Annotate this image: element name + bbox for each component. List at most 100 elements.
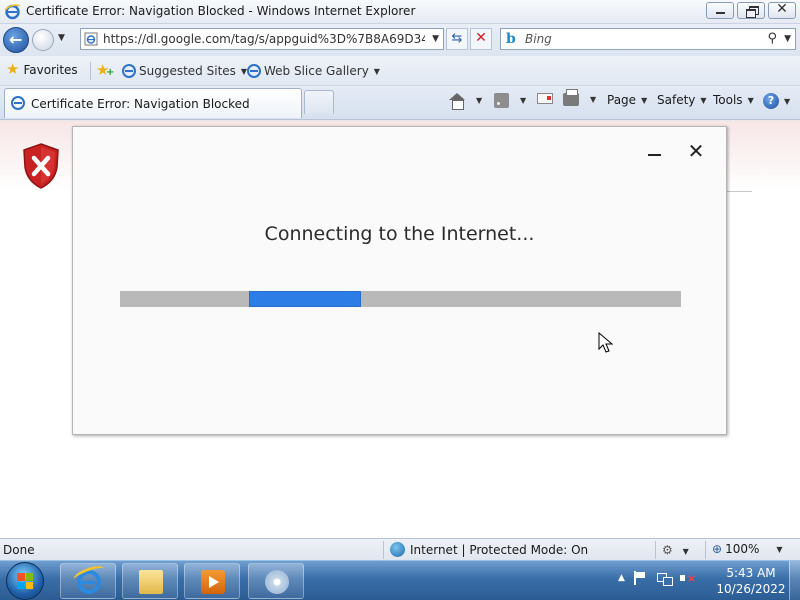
security-shield-error-icon xyxy=(23,143,59,189)
ie-page-icon xyxy=(247,64,261,78)
chevron-down-icon: ▼ xyxy=(776,544,783,554)
chevron-down-icon: ▼ xyxy=(747,95,754,105)
close-window-button[interactable]: ✕ xyxy=(768,1,796,19)
media-player-icon xyxy=(201,570,225,594)
chevron-down-icon: ▼ xyxy=(590,95,597,104)
network-icon[interactable] xyxy=(656,571,673,586)
address-bar[interactable]: https://dl.google.com/tag/s/appguid%3D%7… xyxy=(80,28,444,50)
show-desktop-button[interactable] xyxy=(789,561,800,600)
rss-feed-icon xyxy=(494,93,509,108)
tab-title: Certificate Error: Navigation Blocked xyxy=(31,97,250,111)
chevron-down-icon: ▼ xyxy=(700,95,707,105)
maximize-button[interactable] xyxy=(737,2,765,19)
close-icon: ✕ xyxy=(687,139,705,163)
chevron-down-icon: ▼ xyxy=(520,96,527,105)
divider xyxy=(383,541,384,559)
show-hidden-icons-icon[interactable]: ▲ xyxy=(618,573,625,583)
taskbar-internet-explorer[interactable] xyxy=(60,562,116,599)
start-button[interactable] xyxy=(6,562,44,600)
page-menu[interactable]: Page ▼ xyxy=(607,93,647,107)
minimize-button[interactable] xyxy=(706,2,734,19)
web-slice-gallery-label: Web Slice Gallery xyxy=(264,64,369,78)
security-zone[interactable]: Internet | Protected Mode: On xyxy=(390,542,588,557)
system-tray: ▲ xyxy=(618,571,696,586)
help-icon: ? xyxy=(763,93,779,109)
home-button[interactable]: ▼ xyxy=(449,93,483,110)
printer-icon xyxy=(563,89,579,106)
close-icon: ✕ xyxy=(776,1,788,17)
zoom-control[interactable]: ⊕ 100% ▼ xyxy=(712,542,783,556)
new-tab-button[interactable] xyxy=(304,90,334,114)
mail-icon xyxy=(537,93,553,104)
history-dropdown-icon[interactable]: ▼ xyxy=(58,33,65,43)
address-dropdown-icon[interactable]: ▼ xyxy=(432,34,439,44)
refresh-button[interactable]: ⇆ xyxy=(446,28,468,50)
clock[interactable]: 5:43 AM 10/26/2022 xyxy=(716,565,786,597)
suggested-sites-label: Suggested Sites xyxy=(139,64,236,78)
search-placeholder[interactable]: Bing xyxy=(525,32,552,46)
help-button[interactable]: ? ▼ xyxy=(763,93,790,109)
add-plus-icon: + xyxy=(106,67,115,78)
navigation-bar: ← ▼ https://dl.google.com/tag/s/appguid%… xyxy=(0,24,800,56)
gear-icon: ⚙ xyxy=(662,543,673,557)
divider xyxy=(655,541,656,559)
bing-icon: b xyxy=(506,31,516,47)
favorites-bar: ★ Favorites ★ + Suggested Sites ▼ Web Sl… xyxy=(0,56,800,86)
zone-text: Internet | Protected Mode: On xyxy=(410,542,589,557)
search-icon[interactable]: ⚲ xyxy=(767,31,777,46)
mouse-cursor-icon xyxy=(598,332,614,353)
progress-bar-fill xyxy=(249,291,362,307)
taskbar-windows-explorer[interactable] xyxy=(122,563,178,599)
protected-mode-button[interactable]: ⚙ ▼ xyxy=(662,543,689,557)
chevron-down-icon: ▼ xyxy=(682,547,689,556)
taskbar-media-player[interactable] xyxy=(184,563,240,599)
taskbar: ▲ 5:43 AM 10/26/2022 xyxy=(0,560,800,600)
dialog-close-button[interactable]: ✕ xyxy=(687,139,705,163)
chevron-down-icon: ▼ xyxy=(476,96,483,105)
search-box[interactable]: b Bing ⚲ ▼ xyxy=(500,28,796,50)
tab-certificate-error[interactable]: Certificate Error: Navigation Blocked xyxy=(4,88,302,118)
read-mail-button[interactable] xyxy=(537,93,553,104)
back-button[interactable]: ← xyxy=(3,27,29,53)
chevron-down-icon: ▼ xyxy=(784,96,791,106)
ie-page-icon xyxy=(11,96,25,113)
safety-menu-label: Safety xyxy=(657,93,696,107)
globe-icon xyxy=(390,542,405,557)
tab-bar: Certificate Error: Navigation Blocked ▼ … xyxy=(0,86,800,120)
print-button[interactable]: ▼ xyxy=(563,89,597,106)
chevron-down-icon: ▼ xyxy=(641,95,648,105)
search-options-dropdown-icon[interactable]: ▼ xyxy=(784,34,791,44)
title-bar: Certificate Error: Navigation Blocked - … xyxy=(0,0,800,24)
dialog-minimize-button[interactable] xyxy=(647,143,663,159)
safety-menu[interactable]: Safety ▼ xyxy=(657,93,707,107)
web-slice-gallery-link[interactable]: Web Slice Gallery ▼ xyxy=(247,64,380,78)
volume-muted-icon[interactable] xyxy=(679,571,696,585)
home-icon xyxy=(449,93,465,110)
feeds-button[interactable]: ▼ xyxy=(494,93,526,108)
url-text[interactable]: https://dl.google.com/tag/s/appguid%3D%7… xyxy=(103,32,425,46)
chevron-down-icon: ▼ xyxy=(373,66,380,76)
connecting-dialog: ✕ Connecting to the Internet... xyxy=(72,126,727,435)
stop-button[interactable]: ✕ xyxy=(470,28,492,50)
divider xyxy=(705,541,706,559)
tools-menu[interactable]: Tools ▼ xyxy=(713,93,754,107)
suggested-sites-link[interactable]: Suggested Sites ▼ xyxy=(122,64,247,78)
refresh-icon: ⇆ xyxy=(451,31,463,46)
zoom-level: 100% xyxy=(725,542,760,556)
progress-bar xyxy=(120,291,681,307)
action-center-flag-icon[interactable] xyxy=(633,571,648,585)
divider xyxy=(90,62,91,80)
forward-button[interactable] xyxy=(32,29,54,51)
taskbar-installer[interactable] xyxy=(248,563,304,599)
favorites-label: Favorites xyxy=(23,62,78,77)
windows-logo-icon xyxy=(17,573,33,589)
zoom-icon: ⊕ xyxy=(712,542,723,556)
star-icon: ★ xyxy=(6,60,20,78)
tools-menu-label: Tools xyxy=(713,93,743,107)
ie-page-icon xyxy=(122,64,136,78)
clock-time: 5:43 AM xyxy=(726,566,776,580)
ie-app-icon xyxy=(4,4,21,20)
folder-icon xyxy=(139,570,163,594)
favorites-button[interactable]: ★ Favorites xyxy=(6,62,78,77)
status-bar: Done Internet | Protected Mode: On ⚙ ▼ ⊕… xyxy=(0,538,800,560)
